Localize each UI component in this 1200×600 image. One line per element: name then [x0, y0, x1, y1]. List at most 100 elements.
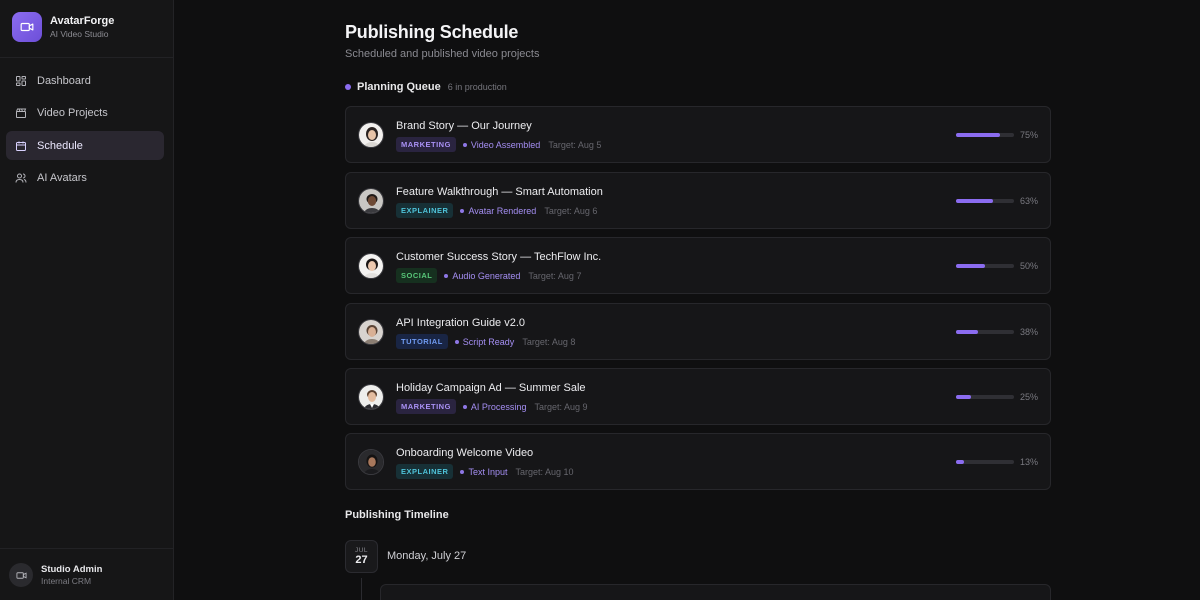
project-card[interactable]: API Integration Guide v2.0 TUTORIAL Scri… [345, 303, 1051, 360]
status-label: Text Input [460, 467, 507, 477]
progress-fill [956, 199, 993, 203]
project-title: Holiday Campaign Ad — Summer Sale [396, 382, 586, 394]
progress-percent: 75% [1020, 130, 1039, 140]
video-camera-icon [12, 12, 42, 42]
sidebar-item-label: Schedule [37, 139, 83, 152]
project-title: Brand Story — Our Journey [396, 120, 532, 132]
timeline-line [361, 578, 362, 600]
sidebar-item-label: Dashboard [37, 74, 91, 87]
progress-percent: 25% [1020, 392, 1039, 402]
clapperboard-icon [15, 107, 27, 119]
project-card[interactable]: Customer Success Story — TechFlow Inc. S… [345, 237, 1051, 294]
sidebar-item-label: AI Avatars [37, 172, 87, 184]
sidebar-item-schedule[interactable]: Schedule [6, 131, 164, 160]
category-badge: EXPLAINER [396, 203, 454, 218]
sidebar-item-video-projects[interactable]: Video Projects [6, 99, 164, 128]
status-text: Script Ready [462, 336, 515, 347]
target-date: Target: Aug 10 [515, 466, 574, 477]
brand-name: AvatarForge [50, 15, 115, 27]
sidebar-item-dashboard[interactable]: Dashboard [6, 66, 164, 95]
project-meta: EXPLAINER Text Input Target: Aug 10 [396, 464, 574, 479]
avatar [358, 188, 384, 214]
date-day: 27 [355, 554, 368, 566]
project-card[interactable]: Holiday Campaign Ad — Summer Sale MARKET… [345, 368, 1051, 425]
user-role: Internal CRM [41, 575, 92, 586]
status-text: Text Input [468, 466, 508, 477]
progress-percent: 63% [1020, 196, 1039, 206]
status-label: Script Ready [454, 336, 515, 347]
avatar [358, 122, 384, 148]
progress-bar [956, 264, 1014, 268]
sidebar: AvatarForge AI Video Studio Dashboard Vi… [0, 0, 174, 600]
page-title: Publishing Schedule [345, 22, 519, 42]
progress-percent: 13% [1020, 457, 1039, 467]
target-date: Target: Aug 8 [522, 336, 576, 347]
sidebar-item-ai-avatars[interactable]: AI Avatars [6, 164, 164, 193]
status-label: Avatar Rendered [460, 206, 536, 216]
category-badge: MARKETING [396, 399, 456, 414]
date-badge: JUL 27 [345, 540, 378, 573]
progress-fill [956, 330, 979, 334]
timeline-title: Publishing Timeline [345, 509, 449, 521]
brand[interactable]: AvatarForge AI Video Studio [12, 12, 114, 42]
date-label: Monday, July 27 [387, 550, 467, 562]
progress-bar [956, 460, 1014, 464]
user-name: Studio Admin [41, 563, 103, 575]
section-title: Planning Queue [357, 81, 441, 93]
project-title: API Integration Guide v2.0 [396, 317, 526, 329]
timeline-card[interactable] [380, 584, 1051, 600]
calendar-icon [15, 140, 27, 152]
progress-percent: 50% [1020, 261, 1039, 271]
section-count: 6 in production [447, 82, 507, 92]
category-badge: TUTORIAL [396, 334, 448, 349]
progress-fill [956, 264, 985, 268]
project-meta: SOCIAL Audio Generated Target: Aug 7 [396, 268, 581, 283]
progress-bar [956, 199, 1014, 203]
project-meta: MARKETING AI Processing Target: Aug 9 [396, 399, 588, 414]
status-text: Avatar Rendered [468, 205, 537, 216]
status-text: AI Processing [470, 401, 527, 412]
progress-percent: 38% [1020, 327, 1039, 337]
avatar [358, 384, 384, 410]
category-badge: EXPLAINER [396, 464, 454, 479]
progress-fill [956, 395, 971, 399]
brand-subtitle: AI Video Studio [50, 29, 109, 39]
planning-queue-header: Planning Queue 6 in production [345, 81, 507, 93]
sidebar-item-label: Video Projects [37, 107, 108, 119]
status-dot [345, 84, 351, 90]
project-title: Feature Walkthrough — Smart Automation [396, 186, 603, 198]
status-dot [454, 339, 459, 344]
avatar [358, 319, 384, 345]
divider [0, 57, 173, 58]
target-date: Target: Aug 7 [528, 270, 582, 281]
grid-icon [15, 75, 27, 87]
project-card[interactable]: Feature Walkthrough — Smart Automation E… [345, 172, 1051, 229]
project-meta: TUTORIAL Script Ready Target: Aug 8 [396, 334, 575, 349]
project-meta: MARKETING Video Assembled Target: Aug 5 [396, 137, 601, 152]
status-dot [460, 208, 465, 213]
status-dot [444, 273, 449, 278]
project-meta: EXPLAINER Avatar Rendered Target: Aug 6 [396, 203, 597, 218]
status-text: Audio Generated [452, 270, 521, 281]
date-month: JUL [354, 547, 369, 554]
users-icon [15, 172, 27, 184]
progress-fill [956, 133, 1000, 137]
progress-bar [956, 133, 1014, 137]
sidebar-nav: Dashboard Video Projects Schedule AI Ava… [6, 66, 164, 196]
status-label: Audio Generated [444, 271, 520, 281]
status-dot [462, 142, 467, 147]
status-text: Video Assembled [470, 139, 541, 150]
status-label: AI Processing [462, 401, 527, 412]
project-title: Customer Success Story — TechFlow Inc. [396, 251, 602, 263]
user-profile[interactable]: Studio Admin Internal CRM [9, 563, 102, 587]
project-card[interactable]: Onboarding Welcome Video EXPLAINER Text … [345, 433, 1051, 490]
status-label: Video Assembled [462, 139, 541, 150]
project-title: Onboarding Welcome Video [396, 447, 534, 459]
avatar [358, 449, 384, 475]
target-date: Target: Aug 9 [534, 401, 588, 412]
category-badge: MARKETING [396, 137, 456, 152]
progress-bar [956, 330, 1014, 334]
project-card[interactable]: Brand Story — Our Journey MARKETING Vide… [345, 106, 1051, 163]
status-dot [462, 404, 467, 409]
progress-bar [956, 395, 1014, 399]
